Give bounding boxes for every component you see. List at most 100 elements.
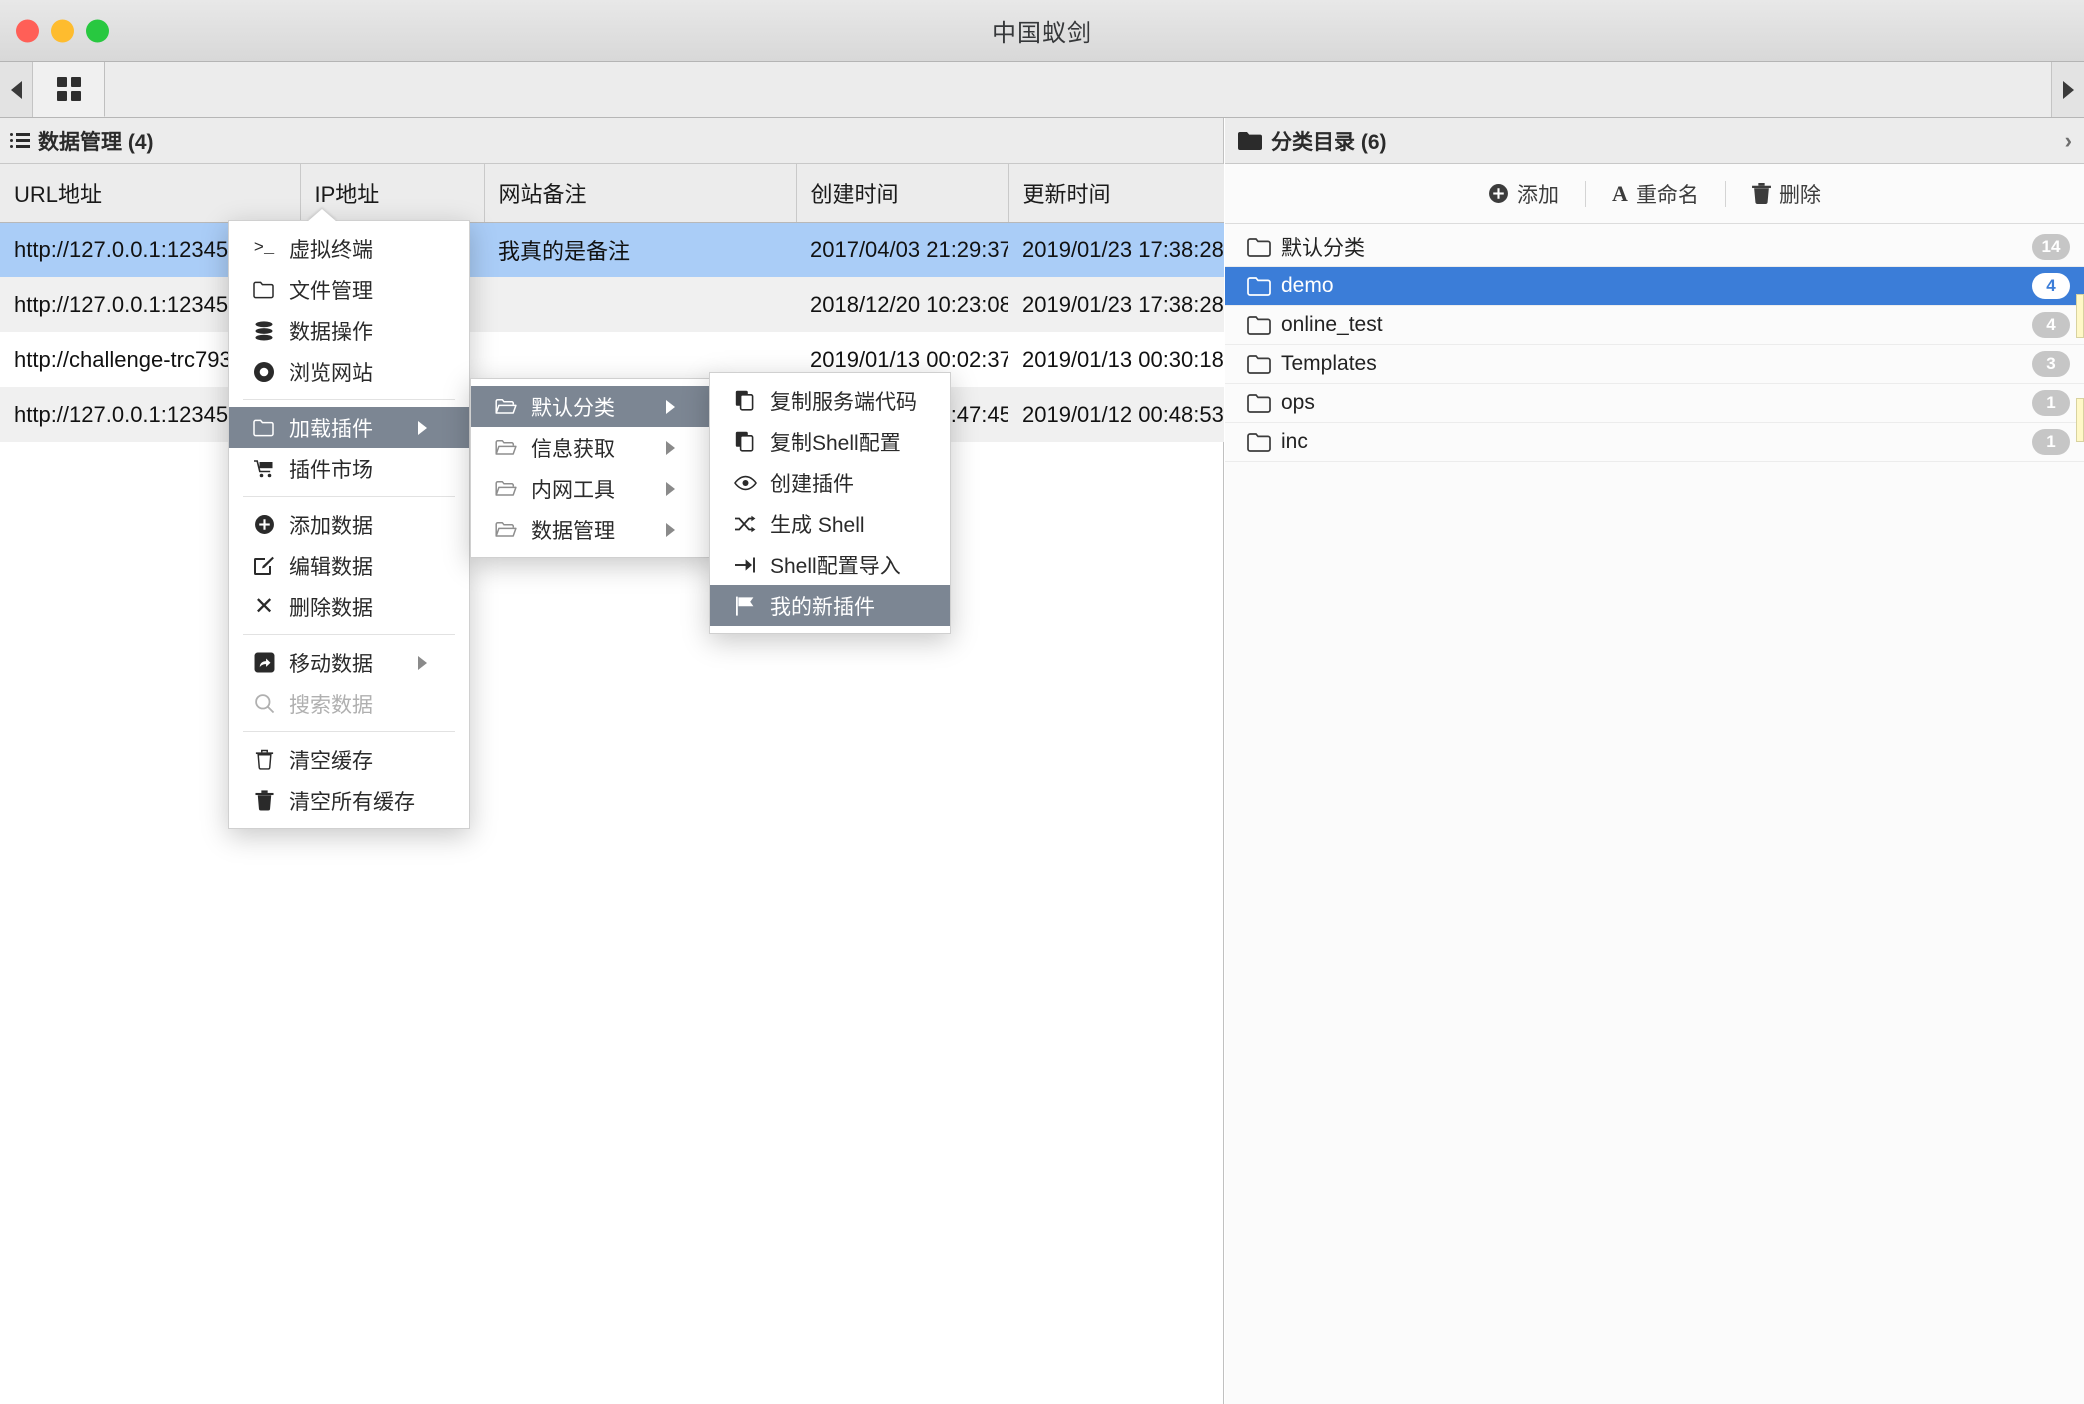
shuffle-icon	[730, 515, 760, 533]
column-header-updated[interactable]: 更新时间	[1008, 164, 1224, 223]
cell-updated: 2019/01/12 00:48:53	[1008, 387, 1224, 442]
menu-separator	[243, 634, 455, 635]
menu-item-add-data[interactable]: 添加数据	[229, 504, 469, 545]
trash-icon	[1751, 183, 1771, 204]
trash-outline-icon	[249, 749, 279, 770]
tab-scroll-left-button[interactable]	[0, 62, 33, 117]
column-header-note[interactable]: 网站备注	[484, 164, 797, 223]
category-item-demo[interactable]: demo 4	[1225, 267, 2084, 306]
menu-item-data-operation[interactable]: 数据操作	[229, 310, 469, 351]
category-count-badge: 14	[2032, 234, 2070, 260]
submenu-item-label: 生成 Shell	[770, 513, 865, 537]
submenu-item-label: Shell配置导入	[770, 554, 901, 578]
menu-item-delete-data[interactable]: ✕ 删除数据	[229, 586, 469, 627]
data-management-pane: 数据管理 (4) URL地址 IP地址 网站备注 创建时间 更新时间 http:…	[0, 118, 1224, 1404]
category-item-online-test[interactable]: online_test 4	[1225, 306, 2084, 345]
menu-item-label: 数据操作	[289, 320, 373, 344]
terminal-icon: >_	[253, 239, 275, 258]
tab-dashboard[interactable]	[33, 62, 105, 117]
menu-separator	[243, 731, 455, 732]
edit-icon	[249, 556, 279, 576]
submenu-item-info-gathering[interactable]: 信息获取	[471, 427, 717, 468]
submenu-item-label: 信息获取	[531, 437, 615, 461]
submenu-item-my-new-plugin[interactable]: 我的新插件	[710, 585, 950, 626]
category-count-badge: 1	[2032, 390, 2070, 416]
minimize-button[interactable]	[51, 19, 74, 42]
submenu-item-label: 复制Shell配置	[770, 431, 901, 455]
category-count-badge: 1	[2032, 429, 2070, 455]
copy-icon	[730, 431, 760, 452]
chevron-right-icon	[418, 655, 453, 670]
folder-open-icon	[491, 521, 521, 539]
menu-item-edit-data[interactable]: 编辑数据	[229, 545, 469, 586]
folder-open-icon	[491, 439, 521, 457]
cell-updated: 2019/01/23 17:38:28	[1008, 277, 1224, 332]
menu-item-plugin-market[interactable]: 插件市场	[229, 448, 469, 489]
data-management-title: 数据管理 (4)	[38, 130, 154, 154]
chevron-right-icon[interactable]: ›	[2065, 128, 2072, 154]
menu-item-file-management[interactable]: 文件管理	[229, 269, 469, 310]
category-name: online_test	[1281, 313, 1383, 336]
delete-category-button[interactable]: 删除	[1726, 179, 1847, 209]
menu-separator	[243, 496, 455, 497]
category-item-ops[interactable]: ops 1	[1225, 384, 2084, 423]
data-management-header: 数据管理 (4)	[0, 118, 1223, 164]
edge-marker-top	[2076, 294, 2084, 338]
menu-item-label: 清空所有缓存	[289, 790, 415, 814]
table-header-row: URL地址 IP地址 网站备注 创建时间 更新时间	[0, 164, 1224, 223]
list-icon	[10, 133, 30, 148]
menu-item-label: 文件管理	[289, 279, 373, 303]
cell-created: 2018/12/20 10:23:08	[796, 277, 1008, 332]
traffic-light-group	[16, 19, 109, 42]
close-button[interactable]	[16, 19, 39, 42]
submenu-item-data-management[interactable]: 数据管理	[471, 509, 717, 550]
menu-item-clear-cache[interactable]: 清空缓存	[229, 739, 469, 780]
submenu-item-intranet-tools[interactable]: 内网工具	[471, 468, 717, 509]
flag-icon	[730, 596, 760, 616]
submenu-item-generate-shell[interactable]: 生成 Shell	[710, 503, 950, 544]
tab-strip-filler	[105, 62, 2051, 117]
trash-icon	[249, 790, 279, 811]
menu-item-clear-all-cache[interactable]: 清空所有缓存	[229, 780, 469, 821]
category-pane: 分类目录 (6) › 添加 A 重命名 删除 默认分类 14 demo 4 on…	[1225, 118, 2084, 1404]
menu-item-label: 插件市场	[289, 458, 373, 482]
plus-circle-icon	[249, 514, 279, 535]
maximize-button[interactable]	[86, 19, 109, 42]
menu-item-move-data[interactable]: 移动数据	[229, 642, 469, 683]
submenu-item-copy-server-code[interactable]: 复制服务端代码	[710, 380, 950, 421]
submenu-item-label: 数据管理	[531, 519, 615, 543]
submenu-item-copy-shell-config[interactable]: 复制Shell配置	[710, 421, 950, 462]
table-row[interactable]: http://127.0.0.1:12345/shell.php 127.0.0…	[0, 277, 1224, 332]
copy-icon	[730, 390, 760, 411]
category-toolbar: 添加 A 重命名 删除	[1225, 164, 2084, 224]
tab-scroll-right-button[interactable]	[2051, 62, 2084, 117]
grid-icon	[56, 77, 81, 101]
chevron-right-icon	[666, 522, 701, 537]
menu-item-browse-website[interactable]: 浏览网站	[229, 351, 469, 392]
search-icon	[249, 693, 279, 714]
menu-item-label: 移动数据	[289, 652, 373, 676]
folder-icon	[1247, 393, 1271, 413]
submenu-item-label: 我的新插件	[770, 595, 875, 619]
plus-circle-icon	[1488, 183, 1509, 204]
column-header-url[interactable]: URL地址	[0, 164, 301, 223]
submenu-default-category: 复制服务端代码 复制Shell配置 创建插件 生成 Shell Shell配置导…	[709, 372, 951, 634]
folder-open-icon	[249, 281, 279, 299]
folder-open-icon	[491, 480, 521, 498]
table-row[interactable]: http://127.0.0.1:12345/ant.php 127.0.0.1…	[0, 222, 1224, 277]
category-item-templates[interactable]: Templates 3	[1225, 345, 2084, 384]
rename-category-button[interactable]: A 重命名	[1586, 179, 1725, 209]
submenu-item-shell-config-import[interactable]: Shell配置导入	[710, 544, 950, 585]
column-header-created[interactable]: 创建时间	[796, 164, 1009, 223]
context-menu-pointer	[307, 209, 337, 222]
add-category-button[interactable]: 添加	[1462, 179, 1585, 209]
category-item-default[interactable]: 默认分类 14	[1225, 228, 2084, 267]
submenu-item-default-category[interactable]: 默认分类	[471, 386, 717, 427]
category-item-inc[interactable]: inc 1	[1225, 423, 2084, 462]
submenu-item-label: 默认分类	[531, 396, 615, 420]
chevron-right-icon	[666, 440, 701, 455]
menu-item-virtual-terminal[interactable]: >_ 虚拟终端	[229, 228, 469, 269]
category-count-badge: 4	[2032, 312, 2070, 338]
menu-item-load-plugin[interactable]: 加载插件	[229, 407, 469, 448]
submenu-item-create-plugin[interactable]: 创建插件	[710, 462, 950, 503]
